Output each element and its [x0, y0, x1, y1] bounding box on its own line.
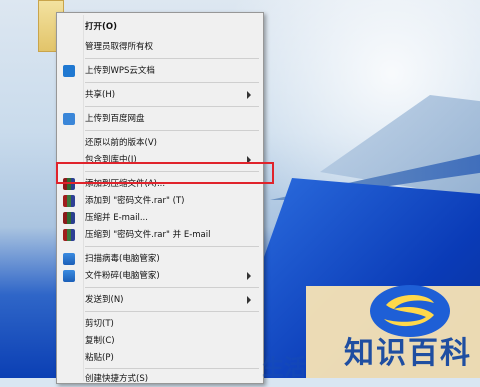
menu-item-label: 还原以前的版本(V) [85, 138, 157, 148]
menu-item-label: 文件粉碎(电脑管家) [85, 271, 160, 281]
submenu-arrow-icon [247, 156, 251, 164]
menu-item-create-shortcut[interactable]: 创建快捷方式(S) [59, 371, 261, 387]
menu-separator [85, 58, 259, 59]
shield-icon [63, 253, 75, 265]
menu-item-add-to-archive[interactable]: 添加到压缩文件(A)... [59, 176, 261, 192]
menu-item-label: 创建快捷方式(S) [85, 374, 149, 384]
menu-separator [85, 246, 259, 247]
menu-item-copy[interactable]: 复制(C) [59, 333, 261, 349]
menu-item-label: 粘贴(P) [85, 353, 114, 363]
winrar-icon [63, 195, 75, 207]
menu-item-restore-versions[interactable]: 还原以前的版本(V) [59, 135, 261, 151]
menu-item-upload-wps[interactable]: 上传到WPS云文档 [59, 63, 261, 79]
menu-item-take-ownership[interactable]: 管理员取得所有权 [59, 39, 261, 55]
menu-item-shred-file[interactable]: 文件粉碎(电脑管家) [59, 268, 261, 284]
winrar-icon [63, 212, 75, 224]
watermark-text: 知识百科 [344, 336, 472, 371]
menu-item-label: 压缩到 "密码文件.rar" 并 E-mail [85, 230, 211, 240]
menu-item-label: 包含到库中(I) [85, 155, 137, 165]
menu-item-scan-virus[interactable]: 扫描病毒(电脑管家) [59, 251, 261, 267]
watermark-logo [370, 285, 450, 337]
menu-item-label: 上传到百度网盘 [85, 114, 145, 124]
menu-item-label: 复制(C) [85, 336, 115, 346]
menu-separator [85, 130, 259, 131]
menu-item-label: 压缩并 E-mail... [85, 213, 148, 223]
menu-item-label: 添加到 "密码文件.rar" (T) [85, 196, 185, 206]
menu-item-label: 扫描病毒(电脑管家) [85, 254, 160, 264]
menu-item-cut[interactable]: 剪切(T) [59, 316, 261, 332]
menu-separator [85, 171, 259, 172]
menu-item-upload-baidu[interactable]: 上传到百度网盘 [59, 111, 261, 127]
menu-item-compress-email[interactable]: 压缩并 E-mail... [59, 210, 261, 226]
context-menu: 打开(O) 管理员取得所有权 上传到WPS云文档 共享(H) 上传到百度网盘 还… [56, 12, 264, 384]
menu-item-label: 共享(H) [85, 90, 116, 100]
shield-icon [63, 270, 75, 282]
menu-item-label: 发送到(N) [85, 295, 124, 305]
menu-item-share[interactable]: 共享(H) [59, 87, 261, 103]
menu-item-add-to-rar[interactable]: 添加到 "密码文件.rar" (T) [59, 193, 261, 209]
menu-item-label: 上传到WPS云文档 [85, 66, 155, 76]
menu-item-label: 打开(O) [85, 22, 117, 32]
menu-separator [85, 368, 259, 369]
menu-item-label: 剪切(T) [85, 319, 114, 329]
menu-item-send-to[interactable]: 发送到(N) [59, 292, 261, 308]
menu-separator [85, 287, 259, 288]
menu-item-paste[interactable]: 粘贴(P) [59, 350, 261, 366]
menu-separator [85, 106, 259, 107]
menu-separator [85, 311, 259, 312]
menu-separator [85, 82, 259, 83]
winrar-icon [63, 229, 75, 241]
wps-cloud-icon [63, 65, 75, 77]
submenu-arrow-icon [247, 91, 251, 99]
menu-item-include-library[interactable]: 包含到库中(I) [59, 152, 261, 168]
winrar-icon [63, 178, 75, 190]
submenu-arrow-icon [247, 272, 251, 280]
menu-item-compress-rar-email[interactable]: 压缩到 "密码文件.rar" 并 E-mail [59, 227, 261, 243]
menu-item-label: 管理员取得所有权 [85, 42, 154, 52]
menu-item-label: 添加到压缩文件(A)... [85, 179, 166, 189]
menu-item-open[interactable]: 打开(O) [59, 19, 261, 35]
submenu-arrow-icon [247, 296, 251, 304]
watermark-ghost-text: 生活 [262, 356, 307, 381]
cloud-icon [63, 113, 75, 125]
